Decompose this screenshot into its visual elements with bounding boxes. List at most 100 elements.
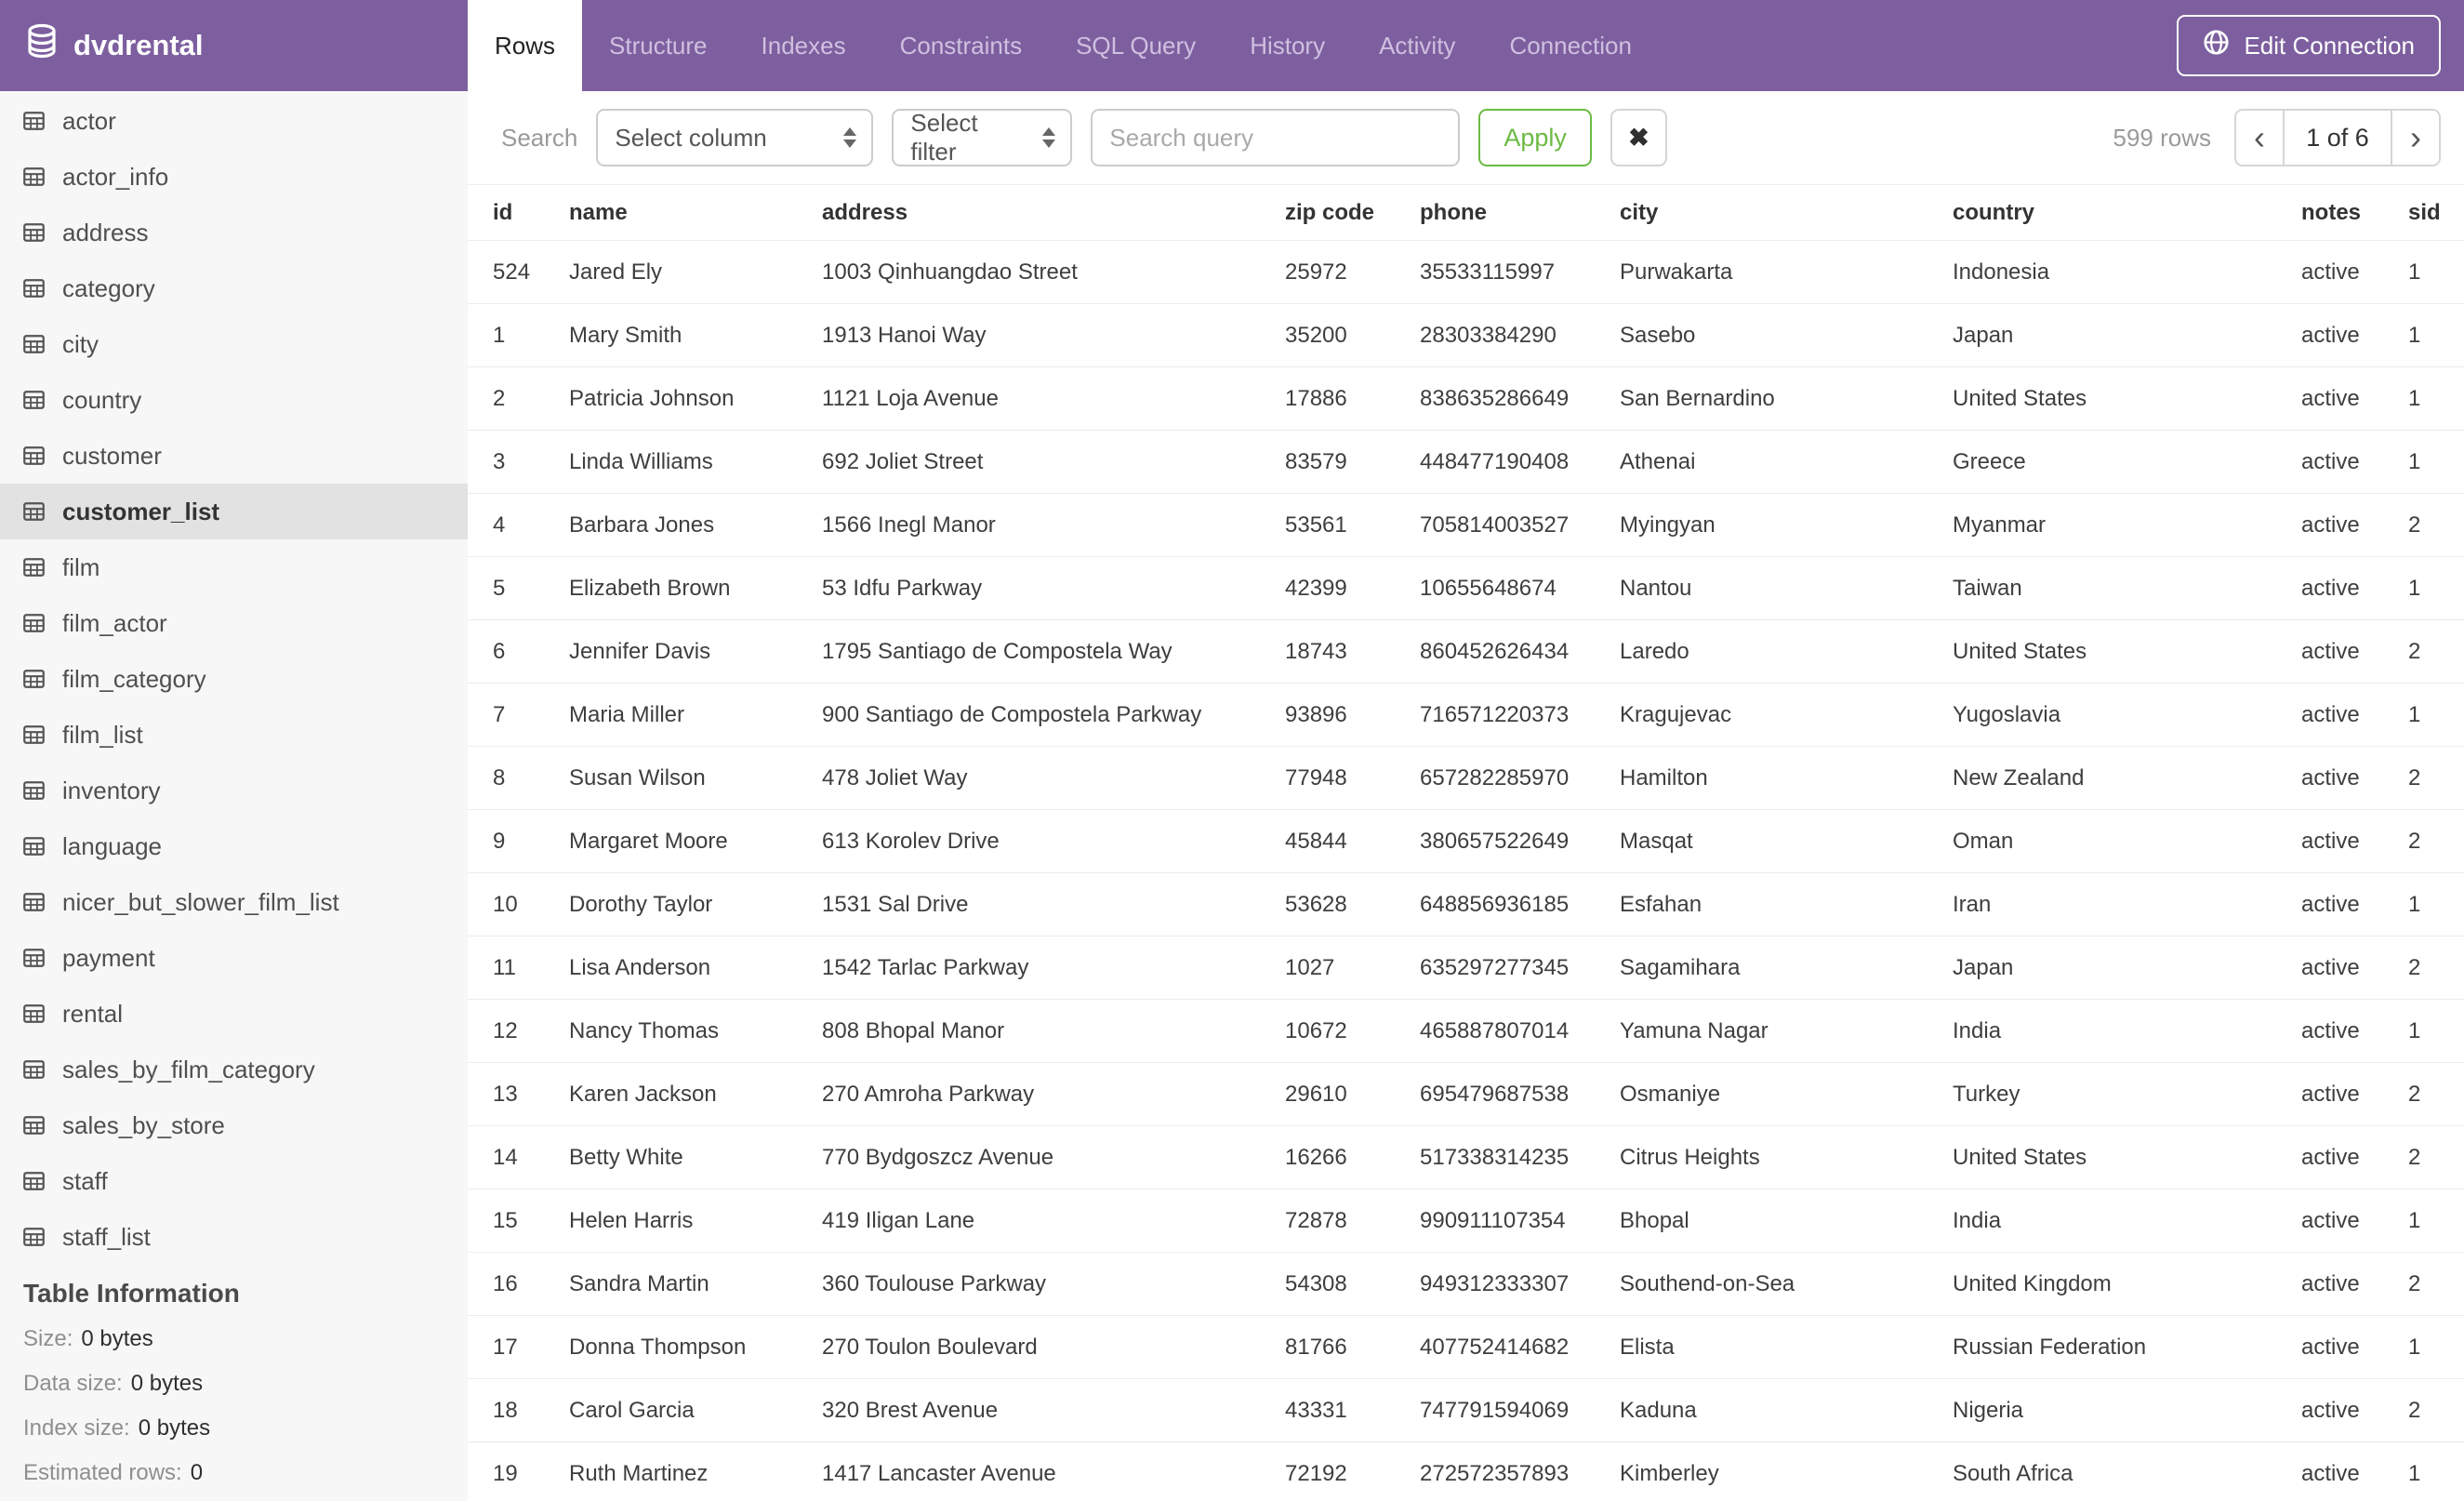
table-row[interactable]: 524 Jared Ely 1003 Qinhuangdao Street 25972… [468,240,2464,304]
cell-id[interactable]: 17 [468,1315,544,1379]
cell-id[interactable]: 3 [468,430,544,494]
cell-zip-code[interactable]: 29610 [1260,1062,1395,1126]
cell-id[interactable]: 10 [468,872,544,936]
cell-country[interactable]: United States [1927,1125,2276,1189]
table-row[interactable]: 17 Donna Thompson 270 Toulon Boulevard 8176… [468,1315,2464,1379]
table-row[interactable]: 2 Patricia Johnson 1121 Loja Avenue 17886 83… [468,366,2464,431]
cell-notes[interactable]: active [2276,936,2383,1000]
cell-phone[interactable]: 407752414682 [1395,1315,1595,1379]
cell-city[interactable]: Yamuna Nagar [1595,999,1927,1063]
cell-name[interactable]: Linda Williams [544,430,797,494]
sidebar-item-language[interactable]: language [0,818,468,874]
cell-country[interactable]: Japan [1927,936,2276,1000]
cell-zip-code[interactable]: 10672 [1260,999,1395,1063]
cell-phone[interactable]: 272572357893 [1395,1441,1595,1501]
cell-notes[interactable]: active [2276,1315,2383,1379]
column-header-name[interactable]: name [544,184,797,241]
column-header-city[interactable]: city [1595,184,1927,241]
cell-country[interactable]: India [1927,1189,2276,1253]
cell-city[interactable]: Kaduna [1595,1378,1927,1442]
cell-sid[interactable]: 1 [2383,556,2464,620]
cell-notes[interactable]: active [2276,683,2383,747]
cell-name[interactable]: Lisa Anderson [544,936,797,1000]
cell-country[interactable]: Iran [1927,872,2276,936]
cell-phone[interactable]: 990911107354 [1395,1189,1595,1253]
column-header-zip-code[interactable]: zip code [1260,184,1395,241]
cell-phone[interactable]: 635297277345 [1395,936,1595,1000]
cell-name[interactable]: Karen Jackson [544,1062,797,1126]
cell-phone[interactable]: 657282285970 [1395,746,1595,810]
sidebar-item-film_category[interactable]: film_category [0,651,468,707]
table-row[interactable]: 16 Sandra Martin 360 Toulouse Parkway 54308… [468,1252,2464,1316]
filter-select[interactable]: Select filter [892,109,1073,166]
cell-city[interactable]: Hamilton [1595,746,1927,810]
cell-country[interactable]: United States [1927,366,2276,431]
cell-sid[interactable]: 2 [2383,619,2464,684]
cell-id[interactable]: 11 [468,936,544,1000]
cell-phone[interactable]: 716571220373 [1395,683,1595,747]
cell-country[interactable]: Taiwan [1927,556,2276,620]
cell-notes[interactable]: active [2276,1189,2383,1253]
cell-address[interactable]: 1542 Tarlac Parkway [797,936,1260,1000]
cell-id[interactable]: 5 [468,556,544,620]
cell-name[interactable]: Sandra Martin [544,1252,797,1316]
cell-sid[interactable]: 1 [2383,366,2464,431]
cell-country[interactable]: United Kingdom [1927,1252,2276,1316]
sidebar-item-staff[interactable]: staff [0,1153,468,1209]
sidebar-item-address[interactable]: address [0,205,468,260]
sidebar-item-film_list[interactable]: film_list [0,707,468,763]
tab-structure[interactable]: Structure [582,0,735,91]
cell-id[interactable]: 6 [468,619,544,684]
cell-zip-code[interactable]: 1027 [1260,936,1395,1000]
cell-notes[interactable]: active [2276,366,2383,431]
cell-address[interactable]: 613 Korolev Drive [797,809,1260,873]
cell-zip-code[interactable]: 93896 [1260,683,1395,747]
cell-phone[interactable]: 465887807014 [1395,999,1595,1063]
cell-id[interactable]: 524 [468,240,544,304]
cell-address[interactable]: 808 Bhopal Manor [797,999,1260,1063]
clear-search-button[interactable]: ✖ [1610,109,1667,166]
cell-zip-code[interactable]: 81766 [1260,1315,1395,1379]
cell-sid[interactable]: 2 [2383,809,2464,873]
next-page-button[interactable]: › [2392,111,2439,165]
cell-id[interactable]: 7 [468,683,544,747]
cell-city[interactable]: Nantou [1595,556,1927,620]
column-header-id[interactable]: id [468,184,544,241]
cell-zip-code[interactable]: 53561 [1260,493,1395,557]
cell-address[interactable]: 270 Amroha Parkway [797,1062,1260,1126]
cell-address[interactable]: 1003 Qinhuangdao Street [797,240,1260,304]
cell-country[interactable]: United States [1927,619,2276,684]
cell-id[interactable]: 19 [468,1441,544,1501]
table-row[interactable]: 5 Elizabeth Brown 53 Idfu Parkway 42399 1065… [468,556,2464,620]
search-query-input[interactable] [1091,109,1461,166]
column-header-notes[interactable]: notes [2276,184,2383,241]
cell-address[interactable]: 770 Bydgoszcz Avenue [797,1125,1260,1189]
table-row[interactable]: 7 Maria Miller 900 Santiago de Compostela … [468,683,2464,747]
cell-city[interactable]: Kimberley [1595,1441,1927,1501]
cell-sid[interactable]: 2 [2383,936,2464,1000]
cell-name[interactable]: Donna Thompson [544,1315,797,1379]
apply-button[interactable]: Apply [1478,109,1592,166]
cell-phone[interactable]: 380657522649 [1395,809,1595,873]
cell-notes[interactable]: active [2276,240,2383,304]
cell-name[interactable]: Maria Miller [544,683,797,747]
cell-sid[interactable]: 2 [2383,1252,2464,1316]
cell-zip-code[interactable]: 35200 [1260,303,1395,367]
cell-sid[interactable]: 1 [2383,872,2464,936]
cell-notes[interactable]: active [2276,1125,2383,1189]
cell-name[interactable]: Margaret Moore [544,809,797,873]
cell-city[interactable]: Esfahan [1595,872,1927,936]
cell-city[interactable]: Southend-on-Sea [1595,1252,1927,1316]
table-row[interactable]: 15 Helen Harris 419 Iligan Lane 72878 990911… [468,1189,2464,1253]
table-row[interactable]: 6 Jennifer Davis 1795 Santiago de Composte… [468,619,2464,684]
table-row[interactable]: 12 Nancy Thomas 808 Bhopal Manor 10672 46588… [468,999,2464,1063]
cell-id[interactable]: 15 [468,1189,544,1253]
column-select[interactable]: Select column [596,109,874,166]
cell-notes[interactable]: active [2276,999,2383,1063]
sidebar-item-category[interactable]: category [0,260,468,316]
cell-name[interactable]: Jared Ely [544,240,797,304]
cell-city[interactable]: Osmaniye [1595,1062,1927,1126]
column-header-country[interactable]: country [1927,184,2276,241]
cell-phone[interactable]: 860452626434 [1395,619,1595,684]
cell-country[interactable]: Turkey [1927,1062,2276,1126]
